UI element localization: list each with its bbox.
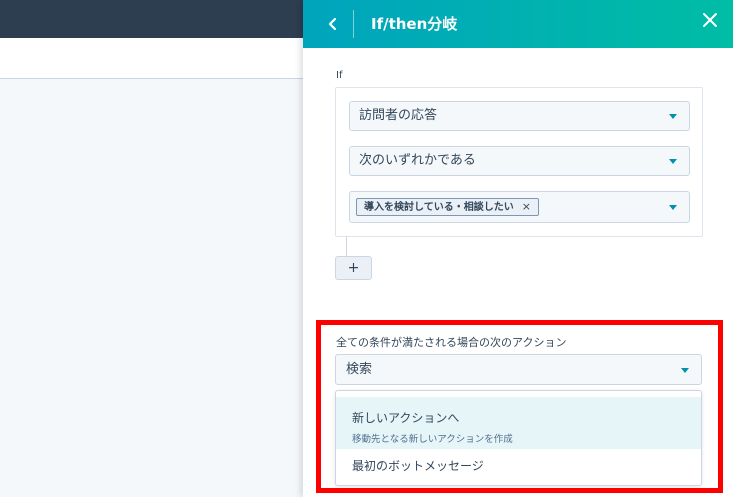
value-multiselect[interactable]: 導入を検討している・相談したい × <box>349 191 690 223</box>
remove-tag-icon[interactable]: × <box>522 200 531 213</box>
option-title: 新しいアクションへ <box>352 411 460 425</box>
caret-down-icon <box>681 368 689 373</box>
caret-down-icon <box>669 114 677 119</box>
property-select-value: 訪問者の応答 <box>359 108 438 123</box>
operator-select-value: 次のいずれかである <box>359 153 476 168</box>
ifthen-side-panel: If/then分岐 If 訪問者の応答 次のいずれかである 導入を検討している・… <box>303 0 733 497</box>
condition-group: 訪問者の応答 次のいずれかである 導入を検討している・相談したい × <box>335 87 703 237</box>
panel-title: If/then分岐 <box>371 15 458 33</box>
header-divider <box>353 10 354 38</box>
next-action-label: 全ての条件が満たされる場合の次のアクション <box>336 336 567 349</box>
chevron-left-icon <box>328 17 337 31</box>
caret-down-icon <box>669 159 677 164</box>
property-select[interactable]: 訪問者の応答 <box>349 101 690 131</box>
next-action-search-value: 検索 <box>346 362 373 377</box>
if-label: If <box>336 70 343 81</box>
add-condition-button[interactable]: + <box>335 256 372 280</box>
option-new-action[interactable]: 新しいアクションへ 移動先となる新しいアクションを作成 <box>336 397 701 449</box>
value-tag: 導入を検討している・相談したい × <box>356 198 539 216</box>
option-subtitle: 移動先となる新しいアクションを作成 <box>352 434 513 445</box>
close-button[interactable] <box>699 9 721 31</box>
app-sub-header <box>0 38 305 79</box>
canvas-background <box>0 79 305 497</box>
close-icon <box>703 13 717 27</box>
back-button[interactable] <box>319 10 347 38</box>
next-action-search[interactable]: 検索 <box>335 354 702 385</box>
panel-header: If/then分岐 <box>303 0 733 48</box>
next-action-dropdown: 新しいアクションへ 移動先となる新しいアクションを作成 最初のボットメッセージ <box>335 390 702 486</box>
value-tag-label: 導入を検討している・相談したい <box>364 202 514 213</box>
caret-down-icon <box>669 205 677 210</box>
option-first-bot-message[interactable]: 最初のボットメッセージ <box>352 457 484 474</box>
operator-select[interactable]: 次のいずれかである <box>349 146 690 176</box>
connector-line <box>346 236 347 256</box>
